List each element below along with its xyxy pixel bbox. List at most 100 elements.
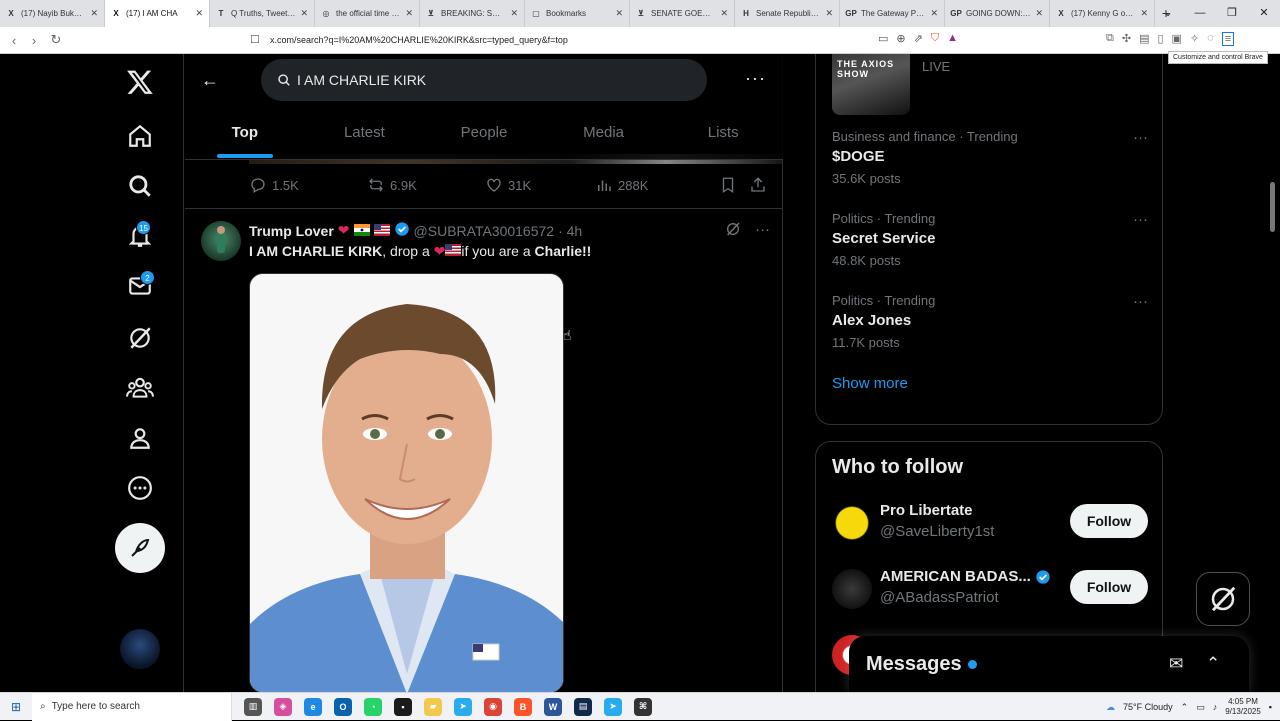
terminal-icon[interactable]: ▤ <box>574 697 592 716</box>
cast-icon[interactable]: ▭ <box>878 32 888 45</box>
tab-lists[interactable]: Lists <box>663 108 783 160</box>
x-logo-icon[interactable] <box>120 62 160 102</box>
edge-icon[interactable]: e <box>304 697 322 716</box>
views-button[interactable]: 288K <box>595 176 719 194</box>
bookmark-button[interactable] <box>719 176 749 194</box>
suggestion-avatar[interactable] <box>832 569 872 609</box>
tab-latest[interactable]: Latest <box>305 108 425 160</box>
trend-item[interactable]: Politics · Trending Secret Service 48.8K… <box>832 211 1148 268</box>
maximize-button[interactable]: ❐ <box>1216 0 1248 27</box>
url-field[interactable]: x.com/search?q=I%20AM%20CHARLIE%20KIRK&s… <box>270 27 568 54</box>
suggestion-avatar[interactable] <box>832 503 872 543</box>
back-button[interactable]: ‹ <box>4 33 24 48</box>
browser-tab[interactable]: H Senate Republicans ✕ <box>735 0 840 27</box>
sidebar-icon[interactable]: ▯ <box>1157 32 1163 46</box>
app-icon[interactable]: ▪ <box>394 697 412 716</box>
close-tab-icon[interactable]: ✕ <box>405 8 413 19</box>
communities-icon[interactable] <box>120 368 160 408</box>
brave-icon[interactable]: B <box>514 697 532 716</box>
tab-media[interactable]: Media <box>544 108 664 160</box>
grok-icon[interactable] <box>725 221 741 237</box>
like-button[interactable]: 31K <box>485 176 595 194</box>
tweet[interactable]: Trump Lover ❤ @SUBRATA30016572 · 4h ··· <box>185 209 783 692</box>
vpn-icon[interactable]: ◌ <box>1207 32 1214 46</box>
start-button[interactable]: ⊞ <box>0 700 32 714</box>
home-icon[interactable] <box>120 116 160 156</box>
browser-tab[interactable]: X (17) Nayib Bukele (@ ✕ <box>0 0 105 27</box>
back-arrow-icon[interactable]: ← <box>201 70 219 91</box>
live-event-thumbnail[interactable]: THE AXIOS SHOW <box>832 54 910 115</box>
file-explorer-icon[interactable]: ▰ <box>424 697 442 716</box>
more-options-icon[interactable]: ··· <box>755 221 770 238</box>
network-icon[interactable]: ▭ <box>1196 702 1205 713</box>
task-view-icon[interactable]: ▥ <box>244 697 262 716</box>
notification-center-icon[interactable]: ▪ <box>1269 702 1272 712</box>
bookmark-icon[interactable]: ☐ <box>250 33 260 46</box>
minimize-button[interactable]: — <box>1184 0 1216 27</box>
show-more-link[interactable]: Show more <box>832 375 908 392</box>
messages-drawer[interactable]: Messages ✉ ⌃ <box>849 636 1249 692</box>
account-avatar[interactable] <box>120 629 160 669</box>
close-tab-icon[interactable]: ✕ <box>1140 8 1148 19</box>
close-tab-icon[interactable]: ✕ <box>1035 8 1043 19</box>
close-tab-icon[interactable]: ✕ <box>90 8 98 19</box>
follow-button[interactable]: Follow <box>1070 504 1148 538</box>
close-tab-icon[interactable]: ✕ <box>510 8 518 19</box>
tab-people[interactable]: People <box>424 108 544 160</box>
author-name[interactable]: Trump Lover <box>249 223 334 239</box>
grok-button[interactable] <box>1196 572 1250 626</box>
profile-icon[interactable] <box>120 418 160 458</box>
messages-icon[interactable] <box>120 266 160 306</box>
taskbar-search[interactable]: ⌕ Type here to search <box>32 692 232 721</box>
word-icon[interactable]: W <box>544 697 562 716</box>
chevron-up-icon[interactable]: ⌃ <box>1206 654 1220 674</box>
more-options-icon[interactable]: ··· <box>1133 293 1148 310</box>
browser-tab[interactable]: ▢ Bookmarks ✕ <box>525 0 630 27</box>
follow-button[interactable]: Follow <box>1070 570 1148 604</box>
puzzle-icon[interactable]: ✣ <box>1122 32 1131 46</box>
repost-button[interactable]: 6.9K <box>367 176 485 194</box>
clock[interactable]: 4:05 PM 9/13/2025 <box>1225 697 1261 717</box>
reply-button[interactable]: 1.5K <box>249 176 367 194</box>
close-tab-icon[interactable]: ✕ <box>720 8 728 19</box>
author-handle[interactable]: @SUBRATA30016572 <box>414 223 555 239</box>
browser-tab[interactable]: ⊻ BREAKING: SUPREM ✕ <box>420 0 525 27</box>
wallet-icon[interactable]: ▤ <box>1139 32 1149 46</box>
close-tab-icon[interactable]: ✕ <box>825 8 833 19</box>
volume-icon[interactable]: ♪ <box>1213 702 1218 712</box>
browser-tab[interactable]: ◎ the official time of a ✕ <box>315 0 420 27</box>
reload-button[interactable]: ↻ <box>46 32 66 48</box>
share-button[interactable] <box>749 176 767 194</box>
post-button[interactable] <box>115 523 165 573</box>
chevron-down-icon[interactable]: ⌄ <box>1152 0 1184 27</box>
close-tab-icon[interactable]: ✕ <box>615 8 623 19</box>
search-bar[interactable] <box>261 59 707 101</box>
trend-item[interactable]: Politics · Trending Alex Jones 11.7K pos… <box>832 293 1148 350</box>
app-icon[interactable]: ⌘ <box>634 697 652 716</box>
tab-top[interactable]: Top <box>185 108 305 160</box>
outlook-icon[interactable]: O <box>334 697 352 716</box>
follow-suggestion[interactable]: AMERICAN BADAS... @ABadassPatriot Follow <box>832 566 1148 616</box>
follow-suggestion[interactable]: Pro Libertate @SaveLiberty1st Follow <box>832 500 1148 550</box>
copilot-icon[interactable]: ◈ <box>274 697 292 716</box>
brave-rewards-icon[interactable]: ▲ <box>947 32 958 45</box>
tweet-photo[interactable] <box>249 273 564 692</box>
telegram-icon[interactable]: ➤ <box>454 697 472 716</box>
zoom-icon[interactable]: ⊕ <box>896 32 905 45</box>
weather[interactable]: 75°F Cloudy <box>1123 702 1173 712</box>
scrollbar[interactable] <box>1270 182 1275 232</box>
leo-icon[interactable]: ✧ <box>1190 32 1199 46</box>
more-icon[interactable] <box>120 468 160 508</box>
forward-button[interactable]: › <box>24 33 44 48</box>
browser-tab[interactable]: X (17) I AM CHA ✕ <box>105 0 210 27</box>
browser-tab[interactable]: ⊻ SENATE GOES NUC ✕ <box>630 0 735 27</box>
search-input[interactable] <box>297 72 677 88</box>
window-icon[interactable]: ▣ <box>1172 32 1182 46</box>
close-tab-icon[interactable]: ✕ <box>300 8 308 19</box>
share-icon[interactable]: ⇗ <box>914 32 923 45</box>
telegram-icon[interactable]: ➤ <box>604 697 622 716</box>
menu-icon[interactable]: ≡ <box>1221 32 1235 46</box>
grok-icon[interactable] <box>120 318 160 358</box>
more-options-icon[interactable]: ··· <box>1133 211 1148 228</box>
suggestion-name[interactable]: Pro Libertate <box>880 502 973 519</box>
